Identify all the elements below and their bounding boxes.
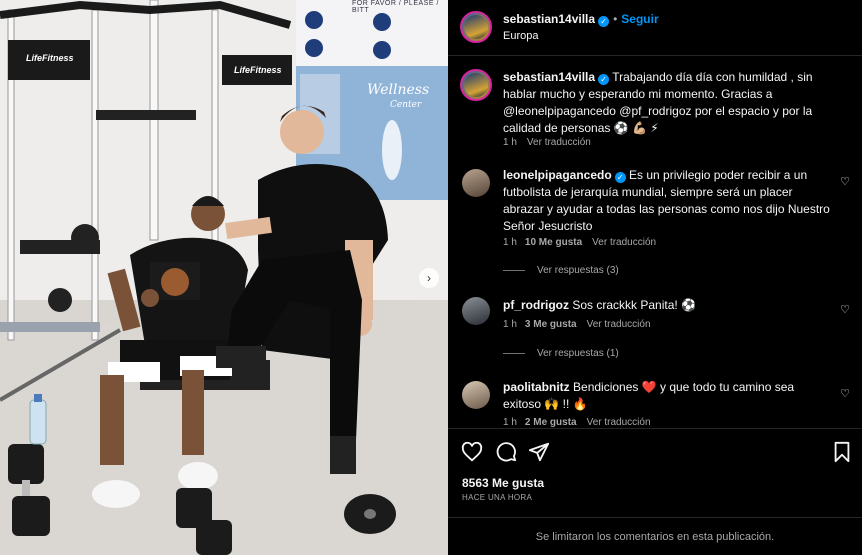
post-location[interactable]: Europa bbox=[503, 30, 538, 42]
wellness-poster-title: Wellness bbox=[367, 82, 430, 98]
caption-time: 1 h bbox=[503, 137, 517, 148]
comment-username[interactable]: leonelpipagancedo bbox=[503, 168, 612, 182]
share-icon[interactable] bbox=[528, 441, 550, 463]
comment-translate-link[interactable]: Ver traducción bbox=[587, 417, 651, 427]
post-side-panel: sebastian14villa ✓ • Seguir Europa sebastia… bbox=[448, 0, 862, 555]
sign-text: FOR FAVOR / PLEASE / BITT bbox=[352, 0, 439, 14]
comment-text-block: leonelpipagancedo ✓ Es un privilegio pode… bbox=[503, 167, 833, 235]
comment-item: paolitabnitz Bendiciones ❤️ y que todo t… bbox=[460, 379, 850, 427]
replies-divider bbox=[503, 269, 525, 271]
comment-item: leonelpipagancedo ✓ Es un privilegio pode… bbox=[460, 167, 850, 277]
post-like-count[interactable]: 8563 Me gusta bbox=[462, 476, 544, 490]
caption-translate-link[interactable]: Ver traducción bbox=[527, 137, 591, 148]
post-photo[interactable]: FOR FAVOR / PLEASE / BITT LifeFitness Li… bbox=[0, 0, 448, 555]
comment-meta: 1 h 3 Me gusta Ver traducción bbox=[503, 319, 651, 330]
heart-icon[interactable] bbox=[461, 441, 483, 463]
caption-text-block: sebastian14villa ✓ Trabajando día día con… bbox=[503, 69, 833, 137]
comment-likes[interactable]: 2 Me gusta bbox=[525, 417, 577, 427]
author-line: sebastian14villa ✓ • Seguir bbox=[503, 12, 659, 27]
bookmark-icon[interactable] bbox=[831, 441, 853, 463]
verified-icon: ✓ bbox=[598, 74, 610, 85]
caption-meta: 1 h Ver traducción bbox=[503, 137, 591, 148]
author-avatar[interactable] bbox=[460, 11, 492, 43]
comment-text: Sos crackkk Panita! ⚽ bbox=[572, 298, 696, 312]
wellness-poster-subtitle: Center bbox=[390, 100, 422, 110]
follow-button[interactable]: Seguir bbox=[621, 12, 658, 26]
brand-logo-left: LifeFitness bbox=[26, 53, 74, 63]
comment-translate-link[interactable]: Ver traducción bbox=[592, 237, 656, 248]
verified-icon: ✓ bbox=[598, 16, 610, 27]
post-actions: 8563 Me gusta HACE UNA HORA bbox=[448, 428, 862, 518]
comment-meta: 1 h 10 Me gusta Ver traducción bbox=[503, 237, 656, 248]
comment-likes[interactable]: 3 Me gusta bbox=[525, 319, 577, 330]
comment-avatar[interactable] bbox=[462, 381, 490, 409]
comment-avatar[interactable] bbox=[462, 169, 490, 197]
view-replies-button[interactable]: Ver respuestas (1) bbox=[503, 348, 619, 359]
verified-icon: ✓ bbox=[614, 172, 626, 183]
instagram-post-modal: FOR FAVOR / PLEASE / BITT LifeFitness Li… bbox=[0, 0, 862, 555]
author-username[interactable]: sebastian14villa bbox=[503, 12, 595, 26]
comment-time: 1 h bbox=[503, 417, 517, 427]
dot-separator: • bbox=[613, 12, 618, 26]
comment-time: 1 h bbox=[503, 237, 517, 248]
view-replies-label: Ver respuestas (3) bbox=[537, 265, 619, 276]
caption-username[interactable]: sebastian14villa bbox=[503, 70, 595, 84]
comment-likes[interactable]: 10 Me gusta bbox=[525, 237, 582, 248]
comment-text-block: paolitabnitz Bendiciones ❤️ y que todo t… bbox=[503, 379, 833, 413]
comment-item: pf_rodrigoz Sos crackkk Panita! ⚽ ♡ 1 h 3… bbox=[460, 297, 850, 359]
comments-list[interactable]: sebastian14villa ✓ Trabajando día día con… bbox=[448, 57, 862, 427]
view-replies-button[interactable]: Ver respuestas (3) bbox=[503, 265, 619, 276]
caption-avatar[interactable] bbox=[460, 69, 492, 101]
comment-username[interactable]: pf_rodrigoz bbox=[503, 298, 569, 312]
view-replies-label: Ver respuestas (1) bbox=[537, 348, 619, 359]
post-timestamp[interactable]: HACE UNA HORA bbox=[462, 493, 532, 502]
next-photo-button[interactable]: › bbox=[419, 268, 439, 288]
comment-translate-link[interactable]: Ver traducción bbox=[587, 319, 651, 330]
comment-text-block: pf_rodrigoz Sos crackkk Panita! ⚽ bbox=[503, 297, 833, 314]
replies-divider bbox=[503, 352, 525, 354]
comment-like-heart-icon[interactable]: ♡ bbox=[840, 387, 850, 400]
post-header: sebastian14villa ✓ • Seguir Europa bbox=[448, 0, 862, 56]
comment-username[interactable]: paolitabnitz bbox=[503, 380, 570, 394]
comments-limited-notice: Se limitaron los comentarios en esta pub… bbox=[448, 517, 862, 555]
comment-meta: 1 h 2 Me gusta Ver traducción bbox=[503, 417, 651, 427]
caption: sebastian14villa ✓ Trabajando día día con… bbox=[460, 69, 850, 149]
brand-logo-right: LifeFitness bbox=[234, 65, 282, 75]
comment-like-heart-icon[interactable]: ♡ bbox=[840, 175, 850, 188]
comment-like-heart-icon[interactable]: ♡ bbox=[840, 303, 850, 316]
comment-icon[interactable] bbox=[495, 441, 517, 463]
comment-avatar[interactable] bbox=[462, 297, 490, 325]
comment-time: 1 h bbox=[503, 319, 517, 330]
